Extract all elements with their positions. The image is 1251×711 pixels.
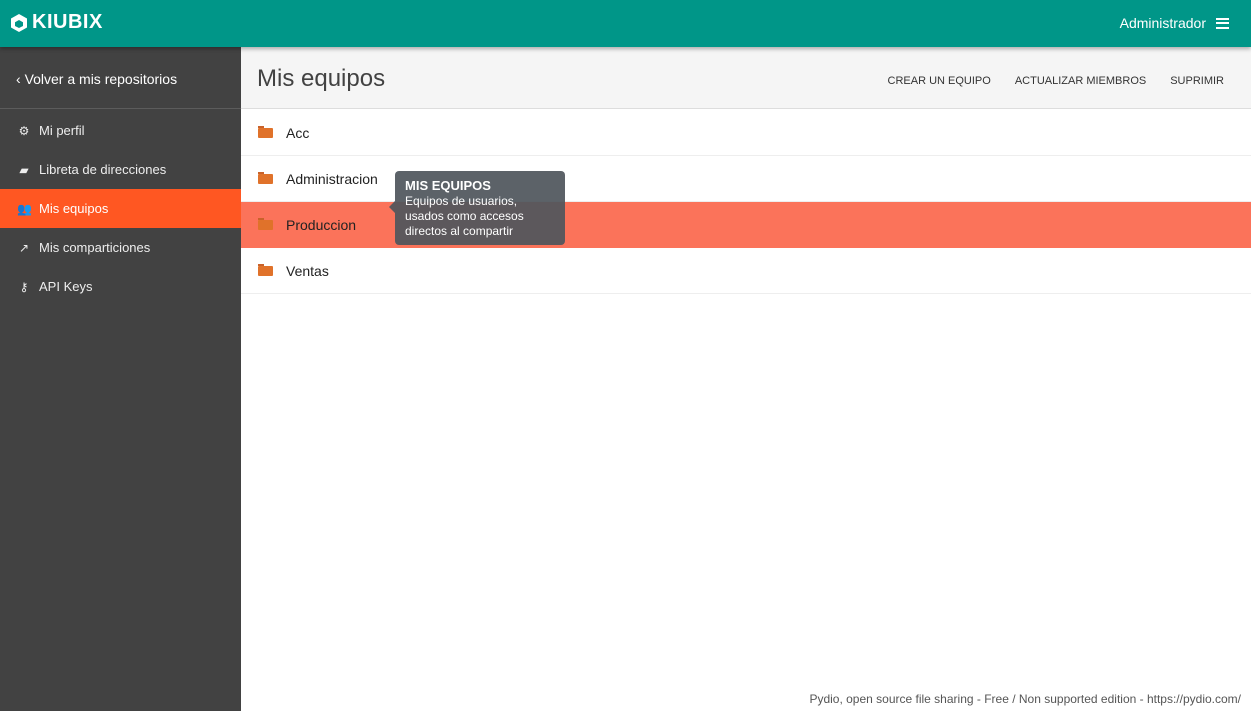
share-icon: ↗ (18, 240, 30, 255)
logo[interactable]: KIUBIX (9, 11, 103, 34)
folder-icon (258, 171, 273, 184)
create-team-button[interactable]: CREAR UN EQUIPO (888, 75, 991, 87)
sidebar-item-label: Libreta de direcciones (39, 162, 167, 177)
users-icon: 👥 (17, 201, 32, 216)
sidebar-item-mi-perfil[interactable]: ⚙ Mi perfil (0, 111, 241, 150)
back-label: Volver a mis repositorios (24, 71, 178, 87)
user-menu[interactable]: Administrador (1120, 15, 1229, 31)
back-to-repositories-link[interactable]: ‹ Volver a mis repositorios (0, 47, 241, 109)
hamburger-menu-icon[interactable] (1216, 17, 1229, 29)
sidebar-item-label: Mis comparticiones (39, 240, 151, 255)
sidebar-item-libreta[interactable]: ▰ Libreta de direcciones (0, 150, 241, 189)
chevron-left-icon: ‹ (16, 71, 25, 87)
folder-icon (258, 218, 273, 230)
key-icon: ⚷ (19, 279, 29, 294)
tooltip-text: Equipos de usuarios, usados como accesos… (405, 194, 524, 238)
book-icon: ▰ (19, 162, 29, 177)
sidebar-item-mis-comparticiones[interactable]: ↗ Mis comparticiones (0, 228, 241, 267)
team-name: Produccion (286, 217, 357, 233)
gear-icon: ⚙ (18, 123, 30, 138)
cube-logo-icon (11, 13, 27, 32)
sidebar-item-api-keys[interactable]: ⚷ API Keys (0, 267, 241, 306)
folder-icon (258, 263, 273, 276)
folder-icon (258, 125, 273, 138)
user-name: Administrador (1119, 15, 1206, 31)
list-item[interactable]: Ventas (241, 248, 1251, 294)
list-item[interactable]: Administracion (241, 156, 1251, 202)
update-members-button[interactable]: ACTUALIZAR MIEMBROS (1015, 75, 1146, 87)
tooltip: MIS EQUIPOS Equipos de usuarios, usados … (389, 171, 565, 245)
list-item[interactable]: Acc (241, 110, 1251, 156)
delete-button[interactable]: SUPRIMIR (1170, 75, 1224, 87)
sidebar-item-label: Mis equipos (39, 201, 109, 216)
sidebar-item-label: API Keys (39, 279, 93, 294)
page-title: Mis equipos (257, 65, 386, 92)
team-name: Ventas (286, 262, 329, 279)
brand-name: KIUBIX (32, 11, 103, 33)
sidebar: ‹ Volver a mis repositorios ⚙ Mi perfil ▰… (0, 47, 241, 711)
sidebar-item-label: Mi perfil (39, 123, 85, 138)
page-header: Mis equipos CREAR UN EQUIPO ACTUALIZAR M… (241, 47, 1251, 109)
team-name: Acc (286, 124, 310, 141)
tooltip-title: MIS EQUIPOS (405, 178, 491, 193)
top-bar: KIUBIX Administrador (0, 0, 1251, 47)
sidebar-item-mis-equipos[interactable]: 👥 Mis equipos (0, 189, 241, 228)
team-name: Administracion (286, 170, 378, 187)
footer-text: Pydio, open source file sharing - Free /… (809, 692, 1241, 706)
